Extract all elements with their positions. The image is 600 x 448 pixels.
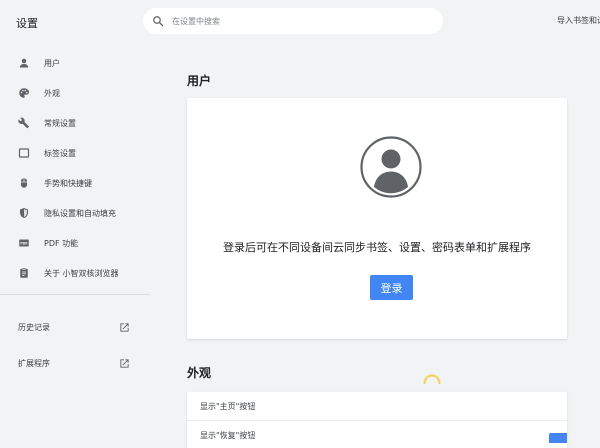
sidebar-item-history[interactable]: 历史记录 <box>0 312 150 342</box>
sidebar-item-privacy[interactable]: 隐私设置和自动填充 <box>0 198 150 228</box>
search-box[interactable] <box>143 8 443 34</box>
search-icon <box>153 16 164 27</box>
import-bookmarks-link[interactable]: 导入书签和设置 <box>557 15 600 26</box>
top-bar: 设置 导入书签和设置 <box>0 0 600 42</box>
show-restore-button-row[interactable]: 显示"恢复"按钮 <box>187 421 567 448</box>
appearance-card: 显示"主页"按钮 显示"恢复"按钮 <box>187 392 567 448</box>
sidebar-item-label: 手势和快捷键 <box>44 178 92 188</box>
sidebar-item-label: 扩展程序 <box>18 358 50 368</box>
sidebar-item-label: 关于 小智双核浏览器 <box>44 268 119 278</box>
main-content: 用户 登录后可在不同设备间云同步书签、设置、密码表单和扩展程序 登录 外观 显示… <box>150 42 600 448</box>
pdf-icon: PDF <box>19 239 29 247</box>
avatar-icon <box>360 136 422 198</box>
restore-button-toggle[interactable] <box>549 433 567 443</box>
person-icon <box>19 58 29 68</box>
sidebar: 用户 外观 常规设置 标签设置 手势和快捷键 隐私设置和自动填充 PDF PDF… <box>0 42 150 448</box>
user-section-title: 用户 <box>187 74 212 88</box>
signin-message: 登录后可在不同设备间云同步书签、设置、密码表单和扩展程序 <box>223 241 531 254</box>
sidebar-item-about[interactable]: 关于 小智双核浏览器 <box>0 258 150 288</box>
login-button[interactable]: 登录 <box>370 275 413 300</box>
mouse-icon <box>21 178 27 188</box>
sidebar-divider <box>0 294 150 295</box>
tab-icon <box>18 148 30 158</box>
open-in-new-icon <box>120 358 129 368</box>
sidebar-item-label: PDF 功能 <box>44 238 79 248</box>
sidebar-item-extensions[interactable]: 扩展程序 <box>0 348 150 378</box>
app-title: 设置 <box>16 17 38 30</box>
clipboard-icon <box>20 267 28 278</box>
open-in-new-icon <box>120 322 129 332</box>
wrench-icon <box>18 117 29 129</box>
search-input[interactable] <box>172 11 412 31</box>
sidebar-item-appearance[interactable]: 外观 <box>0 78 150 108</box>
sidebar-item-label: 用户 <box>44 58 60 68</box>
sidebar-item-label: 常规设置 <box>44 118 76 128</box>
user-card: 登录后可在不同设备间云同步书签、设置、密码表单和扩展程序 登录 <box>187 98 567 339</box>
shield-icon <box>20 208 28 218</box>
sidebar-item-label: 标签设置 <box>44 148 76 158</box>
loading-spinner-icon <box>423 374 441 384</box>
svg-text:PDF: PDF <box>20 241 27 245</box>
sidebar-item-label: 历史记录 <box>18 322 50 332</box>
sidebar-item-gestures[interactable]: 手势和快捷键 <box>0 168 150 198</box>
show-home-button-row[interactable]: 显示"主页"按钮 <box>187 392 567 420</box>
row-label: 显示"主页"按钮 <box>200 401 256 411</box>
appearance-section-title: 外观 <box>187 366 212 380</box>
sidebar-item-users[interactable]: 用户 <box>0 48 150 78</box>
row-label: 显示"恢复"按钮 <box>200 430 256 440</box>
sidebar-item-label: 隐私设置和自动填充 <box>44 208 116 218</box>
sidebar-item-pdf[interactable]: PDF PDF 功能 <box>0 228 150 258</box>
palette-icon <box>19 88 29 98</box>
sidebar-item-label: 外观 <box>44 88 60 98</box>
sidebar-item-general[interactable]: 常规设置 <box>0 108 150 138</box>
sidebar-item-tabs[interactable]: 标签设置 <box>0 138 150 168</box>
